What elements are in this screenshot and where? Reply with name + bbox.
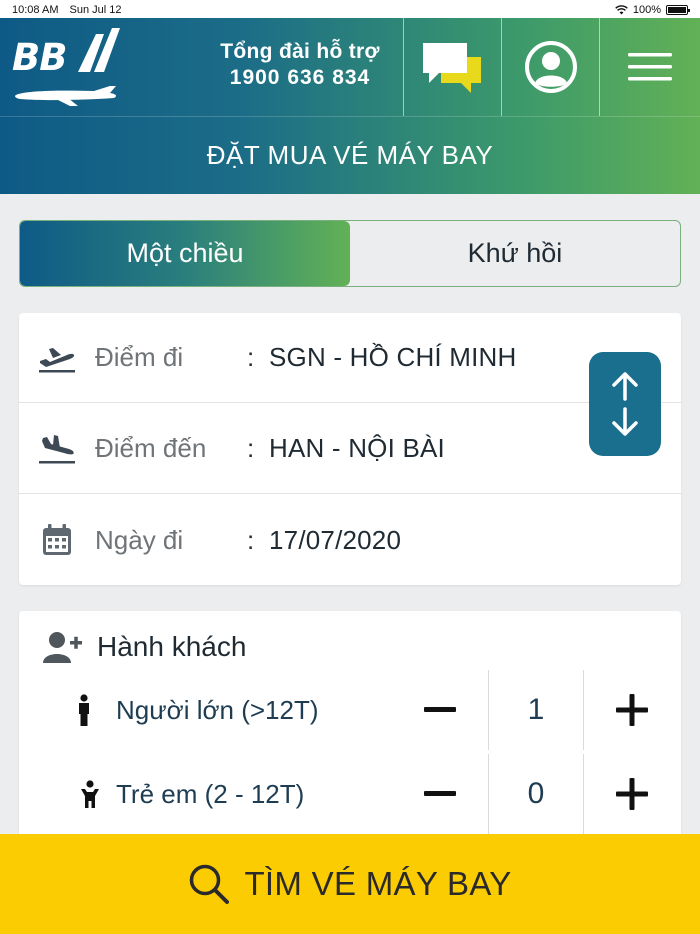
departure-label: Điểm đi xyxy=(95,342,184,372)
landing-icon xyxy=(19,434,95,464)
adult-increase-button[interactable] xyxy=(584,670,680,750)
menu-button[interactable] xyxy=(599,18,700,116)
minus-icon xyxy=(424,707,456,712)
adult-decrease-button[interactable] xyxy=(392,670,488,750)
swap-route-button[interactable] xyxy=(589,352,661,456)
header-top-bar: BB Tổng đài hỗ trợ 1900 636 834 xyxy=(0,18,700,116)
search-flights-button[interactable]: TÌM VÉ MÁY BAY xyxy=(0,834,700,934)
date-field[interactable]: Ngày đi : 17/07/2020 xyxy=(19,495,681,585)
add-person-icon xyxy=(43,632,82,663)
calendar-icon xyxy=(19,524,95,556)
plus-icon xyxy=(616,694,648,726)
user-icon xyxy=(524,41,577,93)
page-title: ĐẶT MUA VÉ MÁY BAY xyxy=(0,116,700,194)
app-header: BB Tổng đài hỗ trợ 1900 636 834 ĐẶT MUA … xyxy=(0,18,700,194)
child-increase-button[interactable] xyxy=(584,754,680,834)
arrival-label: Điểm đến xyxy=(95,433,207,463)
passengers-card: Hành khách Người lớn (>12T) 1 Trẻ em (2 xyxy=(19,611,681,851)
status-right: 100% xyxy=(615,4,690,16)
departure-value: SGN - HỒ CHÍ MINH xyxy=(269,342,517,372)
chat-icon xyxy=(422,43,481,93)
status-bar: 10:08 AM Sun Jul 12 100% xyxy=(0,0,700,20)
brand-logo[interactable]: BB xyxy=(0,18,130,116)
date-label: Ngày đi xyxy=(95,524,184,555)
account-button[interactable] xyxy=(501,18,599,116)
adult-row: Người lớn (>12T) 1 xyxy=(19,670,681,750)
adult-icon xyxy=(77,670,91,750)
search-icon xyxy=(190,864,230,904)
arrival-field[interactable]: Điểm đến : HAN - NỘI BÀI xyxy=(19,404,681,494)
hotline-block[interactable]: Tổng đài hỗ trợ 1900 636 834 xyxy=(200,40,400,90)
colon: : xyxy=(247,433,255,463)
minus-icon xyxy=(424,791,456,796)
wifi-icon xyxy=(615,5,628,15)
takeoff-icon xyxy=(19,343,95,373)
status-date: Sun Jul 12 xyxy=(69,4,122,16)
hotline-number[interactable]: 1900 636 834 xyxy=(200,66,400,90)
route-card: Điểm đi : SGN - HỒ CHÍ MINH Điểm đến : H… xyxy=(19,313,681,585)
colon: : xyxy=(247,524,255,555)
passengers-header: Hành khách xyxy=(43,631,246,663)
tab-round-trip[interactable]: Khứ hồi xyxy=(350,221,680,286)
status-time: 10:08 AM xyxy=(12,4,59,16)
departure-field[interactable]: Điểm đi : SGN - HỒ CHÍ MINH xyxy=(19,313,681,403)
arrow-down-icon xyxy=(612,407,638,436)
adult-count: 1 xyxy=(488,670,584,750)
search-label: TÌM VÉ MÁY BAY xyxy=(244,865,512,902)
arrow-up-icon xyxy=(612,372,638,401)
colon: : xyxy=(247,342,255,372)
arrival-value: HAN - NỘI BÀI xyxy=(269,433,445,463)
battery-percent: 100% xyxy=(632,4,661,16)
adult-label: Người lớn (>12T) xyxy=(116,694,319,725)
logo-text: BB xyxy=(12,36,67,79)
child-label: Trẻ em (2 - 12T) xyxy=(116,778,305,809)
passengers-title: Hành khách xyxy=(97,631,247,662)
child-decrease-button[interactable] xyxy=(392,754,488,834)
child-icon xyxy=(79,754,101,834)
hotline-label: Tổng đài hỗ trợ xyxy=(220,40,380,63)
child-row: Trẻ em (2 - 12T) 0 xyxy=(19,754,681,834)
child-count: 0 xyxy=(488,754,584,834)
menu-icon xyxy=(628,53,672,81)
plus-icon xyxy=(616,778,648,810)
logo-plane-icon xyxy=(15,86,117,106)
battery-icon xyxy=(666,5,690,15)
chat-button[interactable] xyxy=(403,18,501,116)
status-left: 10:08 AM Sun Jul 12 xyxy=(12,4,130,16)
trip-type-toggle: Một chiều Khứ hồi xyxy=(19,220,681,287)
date-value: 17/07/2020 xyxy=(269,524,402,555)
logo-tail-icon xyxy=(78,28,120,72)
tab-one-way[interactable]: Một chiều xyxy=(20,221,350,286)
